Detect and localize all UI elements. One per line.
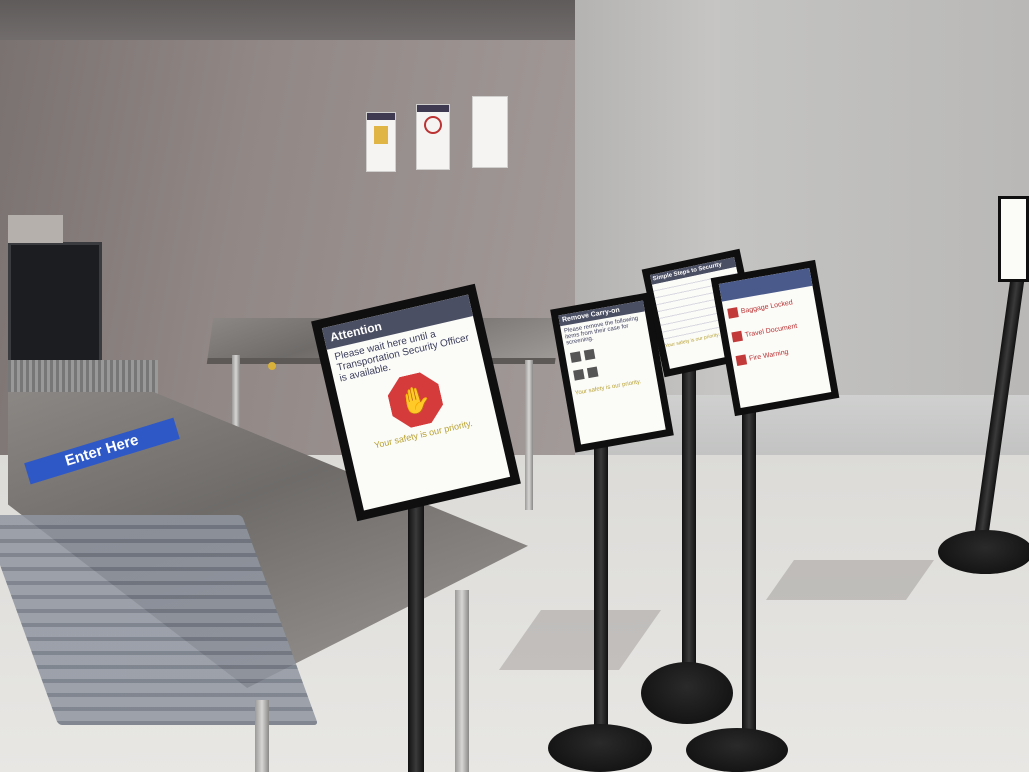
carry-on-sign-card: Remove Carry-on Please remove the follow…	[558, 300, 666, 445]
stand-base	[938, 530, 1029, 574]
stand-pole	[408, 495, 424, 772]
warning-item: Baggage Locked	[740, 299, 794, 316]
warning-sign-card: Baggage Locked Travel Document Fire Warn…	[718, 267, 832, 409]
stand-base	[686, 728, 788, 772]
sign-card-partial	[1001, 199, 1026, 279]
stand-shadow	[765, 560, 935, 600]
stand-pole	[742, 400, 756, 745]
wall-poster	[472, 96, 508, 168]
sign-frame-partial	[998, 196, 1029, 282]
wall-poster	[366, 112, 396, 172]
wall-poster	[416, 104, 450, 170]
stand-base	[548, 724, 652, 772]
stand-base	[641, 662, 733, 724]
xray-machine	[8, 242, 102, 366]
stand-pole	[682, 360, 696, 680]
attention-sign-card: Attention Please wait here until a Trans…	[321, 294, 511, 511]
table-leg	[255, 700, 269, 772]
warning-item: Travel Document	[744, 322, 798, 339]
table-leg	[232, 355, 240, 435]
table-leg	[525, 360, 533, 510]
stop-hand-icon: ✋	[384, 369, 446, 431]
warning-item: Fire Warning	[748, 348, 790, 363]
bin-stack-top	[8, 215, 63, 243]
warning-sign-list: Baggage Locked Travel Document Fire Warn…	[722, 286, 825, 371]
checkpoint-scene: Enter Here Simple Steps to Security Your…	[0, 0, 1029, 772]
stand-pole	[594, 430, 608, 750]
table-leg	[455, 590, 469, 772]
cable	[268, 362, 276, 370]
